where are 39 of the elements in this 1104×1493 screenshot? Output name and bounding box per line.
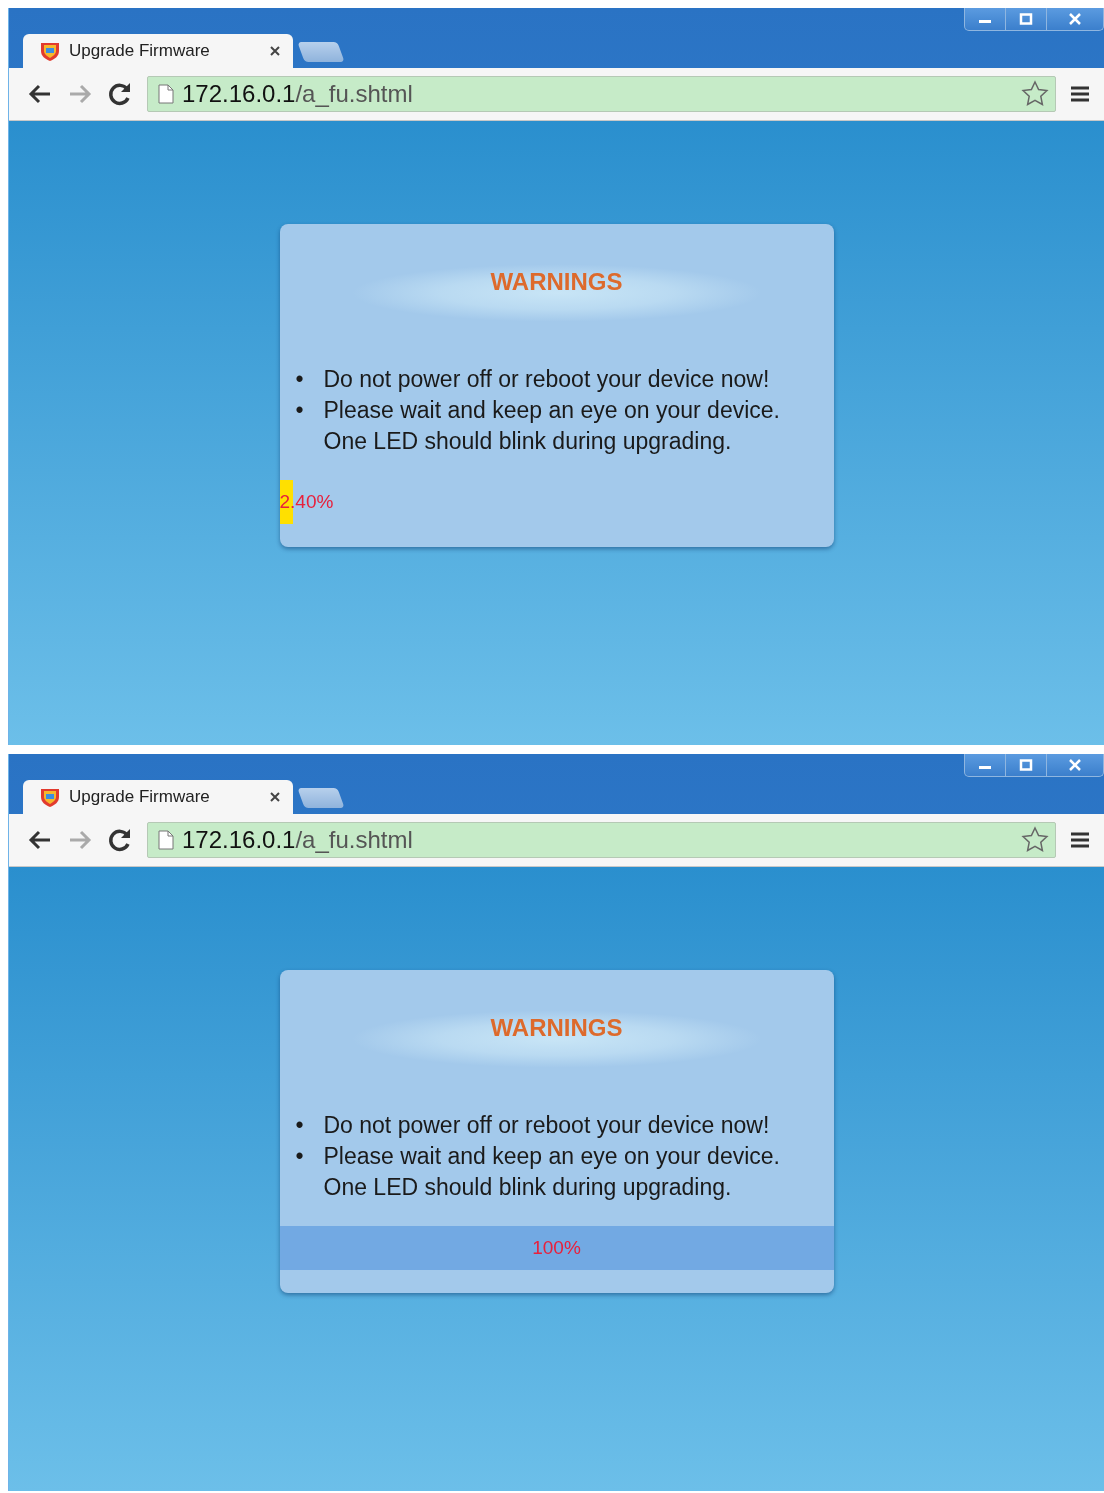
url-text: 172.16.0.1/a_fu.shtml <box>182 80 414 108</box>
star-icon[interactable] <box>1021 826 1049 854</box>
url-text: 172.16.0.1/a_fu.shtml <box>182 826 414 854</box>
shield-logo-icon <box>39 786 61 808</box>
back-arrow-icon[interactable] <box>27 83 53 105</box>
new-tab-button[interactable] <box>297 42 345 62</box>
close-icon <box>1068 13 1082 25</box>
menu-icon[interactable] <box>1070 830 1090 850</box>
bullet-marker: • <box>295 365 305 394</box>
page-icon <box>158 830 174 850</box>
maximize-icon <box>1019 13 1033 25</box>
menu-icon[interactable] <box>1070 84 1090 104</box>
close-icon[interactable] <box>269 45 281 57</box>
tab-title: Upgrade Firmware <box>69 787 211 807</box>
page-icon <box>158 84 174 104</box>
address-bar[interactable]: 172.16.0.1/a_fu.shtml <box>147 76 1056 112</box>
progress-reading: 100% <box>532 1237 581 1259</box>
card-title: WARNINGS <box>490 1014 623 1041</box>
warning-item: Please wait and keep an eye on your device. One LED should blink during upgrading. <box>323 1142 781 1202</box>
bullet-marker: • <box>295 1142 305 1171</box>
warning-item: Do not power off or reboot your device now! <box>323 365 771 394</box>
tab-title: Upgrade Firmware <box>69 41 211 61</box>
back-arrow-icon[interactable] <box>27 829 53 851</box>
close-icon[interactable] <box>269 791 281 803</box>
shield-logo-icon <box>39 40 61 62</box>
browser-tab[interactable]: Upgrade Firmware <box>23 34 293 68</box>
warning-item: Please wait and keep an eye on your device. One LED should blink during upgrading. <box>323 396 781 456</box>
reload-icon[interactable] <box>107 81 133 107</box>
browser-tab[interactable]: Upgrade Firmware <box>23 780 293 814</box>
star-icon[interactable] <box>1021 80 1049 108</box>
card-title: WARNINGS <box>490 268 623 295</box>
reload-icon[interactable] <box>107 827 133 853</box>
bullet-marker: • <box>295 396 305 425</box>
close-icon <box>1068 759 1082 771</box>
warning-item: Do not power off or reboot your device now! <box>323 1111 771 1140</box>
address-bar[interactable]: 172.16.0.1/a_fu.shtml <box>147 822 1056 858</box>
bullet-marker: • <box>295 1111 305 1140</box>
new-tab-button[interactable] <box>297 788 345 808</box>
maximize-icon <box>1019 759 1033 771</box>
